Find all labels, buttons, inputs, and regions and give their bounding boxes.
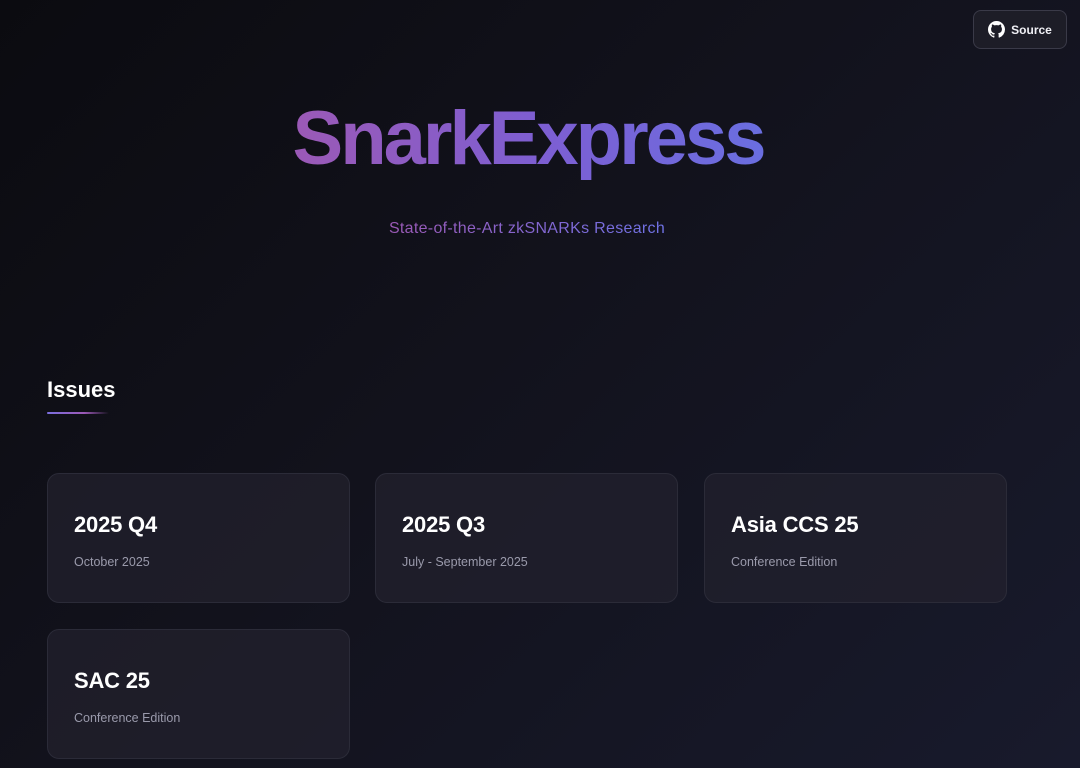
issue-card-subtitle: October 2025	[74, 555, 150, 569]
source-button[interactable]: Source	[973, 10, 1067, 49]
site-title: SnarkExpress	[0, 94, 1056, 184]
issue-card-asia-ccs-25[interactable]: Asia CCS 25 Conference Edition	[704, 473, 1007, 603]
issue-card-title: SAC 25	[74, 668, 150, 693]
issue-card-subtitle: July - September 2025	[402, 555, 528, 569]
site-subtitle: State-of-the-Art zkSNARKs Research	[0, 220, 1054, 238]
issue-card-sac-25[interactable]: SAC 25 Conference Edition	[47, 629, 350, 759]
issues-heading: Issues	[47, 377, 116, 402]
issue-card-title: Asia CCS 25	[731, 512, 859, 537]
issues-heading-underline	[47, 412, 109, 414]
issue-card-title: 2025 Q4	[74, 512, 158, 537]
site-title-text: SnarkExpress	[292, 96, 767, 181]
issue-card-2025-q4[interactable]: 2025 Q4 October 2025	[47, 473, 350, 603]
issue-card-2025-q3[interactable]: 2025 Q3 July - September 2025	[375, 473, 678, 603]
github-icon	[988, 21, 1006, 38]
site-subtitle-text: State-of-the-Art zkSNARKs Research	[388, 220, 666, 237]
source-button-label: Source	[1011, 22, 1052, 37]
issue-card-subtitle: Conference Edition	[74, 711, 181, 725]
issue-card-subtitle: Conference Edition	[731, 555, 838, 569]
issue-card-title: 2025 Q3	[402, 512, 486, 537]
